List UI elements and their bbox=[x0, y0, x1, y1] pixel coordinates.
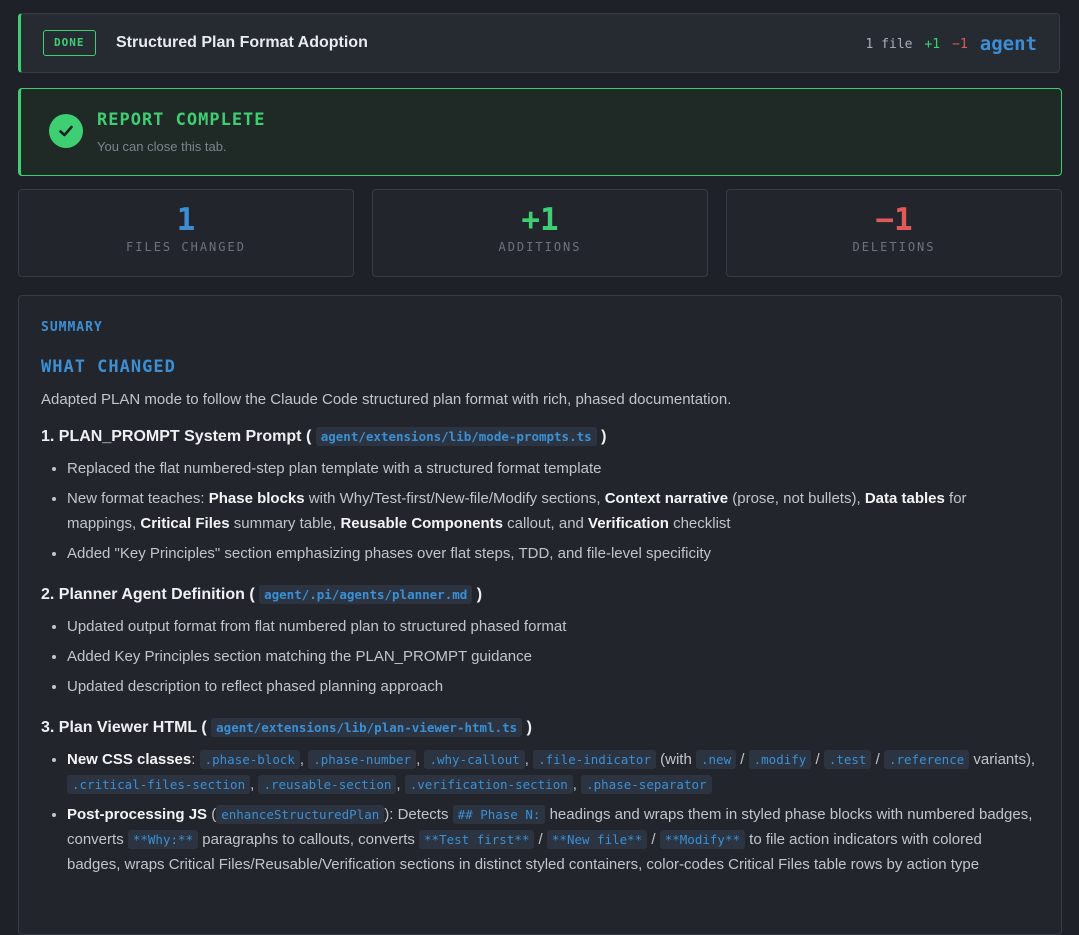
list-item: Updated output format from flat numbered… bbox=[67, 614, 1039, 639]
deletions-card: −1 DELETIONS bbox=[726, 189, 1062, 277]
files-changed-value: 1 bbox=[176, 202, 196, 238]
report-title: REPORT COMPLETE bbox=[97, 110, 266, 130]
list-item: Added Key Principles section matching th… bbox=[67, 644, 1039, 669]
section-1-heading: 1. PLAN_PROMPT System Prompt ( agent/ext… bbox=[41, 426, 1039, 448]
agent-logo: agent bbox=[979, 33, 1037, 55]
section-3-title: 3. Plan Viewer HTML ( bbox=[41, 719, 207, 736]
section-3-list: New CSS classes: .phase-block, .phase-nu… bbox=[41, 747, 1039, 877]
additions-label: ADDITIONS bbox=[498, 240, 582, 254]
list-item: Replaced the flat numbered-step plan tem… bbox=[67, 456, 1039, 481]
deletions-count: −1 bbox=[952, 36, 968, 52]
paren-close: ) bbox=[476, 586, 483, 603]
task-header: DONE Structured Plan Format Adoption 1 f… bbox=[18, 13, 1060, 73]
section-2-heading: 2. Planner Agent Definition ( agent/.pi/… bbox=[41, 584, 1039, 606]
report-complete-banner: REPORT COMPLETE You can close this tab. bbox=[18, 88, 1062, 176]
summary-panel: SUMMARY WHAT CHANGED Adapted PLAN mode t… bbox=[18, 295, 1062, 935]
summary-label: SUMMARY bbox=[41, 320, 103, 335]
list-item: New format teaches: Phase blocks with Wh… bbox=[67, 486, 1039, 536]
what-changed-heading: WHAT CHANGED bbox=[41, 357, 176, 377]
section-2-list: Updated output format from flat numbered… bbox=[41, 614, 1039, 699]
files-changed-card: 1 FILES CHANGED bbox=[18, 189, 354, 277]
files-count: 1 file bbox=[865, 36, 913, 52]
paren-close: ) bbox=[526, 719, 532, 736]
list-item: Post-processing JS (enhanceStructuredPla… bbox=[67, 802, 1039, 877]
file-path: agent/.pi/agents/planner.md bbox=[259, 585, 473, 604]
additions-value: +1 bbox=[521, 202, 559, 238]
files-changed-label: FILES CHANGED bbox=[126, 240, 246, 254]
header-stats: 1 file +1 −1 agent bbox=[866, 33, 1037, 55]
deletions-value: −1 bbox=[875, 202, 913, 238]
file-path: agent/extensions/lib/plan-viewer-html.ts bbox=[211, 718, 523, 737]
additions-card: +1 ADDITIONS bbox=[372, 189, 708, 277]
task-title: Structured Plan Format Adoption bbox=[116, 34, 368, 51]
list-item: Added "Key Principles" section emphasizi… bbox=[67, 541, 1039, 566]
paren-close: ) bbox=[601, 428, 607, 445]
list-item: New CSS classes: .phase-block, .phase-nu… bbox=[67, 747, 1039, 797]
section-1-title: 1. PLAN_PROMPT System Prompt ( bbox=[41, 428, 312, 445]
report-subtitle: You can close this tab. bbox=[97, 139, 227, 154]
section-1-list: Replaced the flat numbered-step plan tem… bbox=[41, 456, 1039, 566]
list-item: Updated description to reflect phased pl… bbox=[67, 674, 1039, 699]
section-3-heading: 3. Plan Viewer HTML ( agent/extensions/l… bbox=[41, 717, 1039, 739]
deletions-label: DELETIONS bbox=[852, 240, 936, 254]
file-path: agent/extensions/lib/mode-prompts.ts bbox=[315, 427, 597, 446]
section-2-title: 2. Planner Agent Definition ( bbox=[41, 586, 255, 603]
additions-count: +1 bbox=[924, 36, 941, 52]
check-icon bbox=[49, 114, 83, 148]
status-badge: DONE bbox=[43, 30, 96, 56]
summary-intro: Adapted PLAN mode to follow the Claude C… bbox=[41, 391, 732, 408]
